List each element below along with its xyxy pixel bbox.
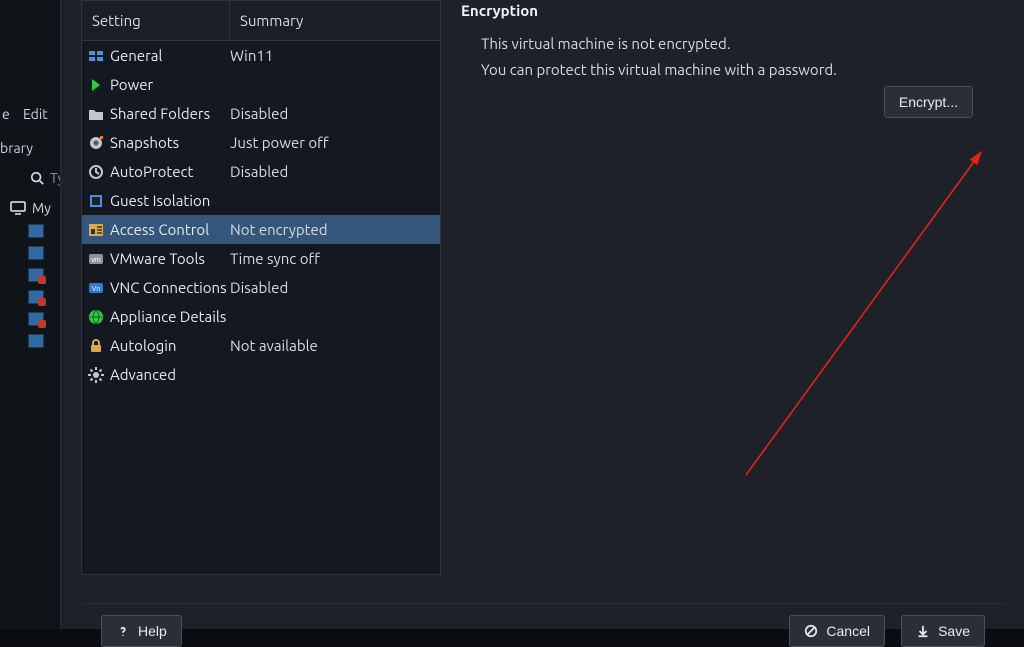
row-summary: Disabled bbox=[230, 279, 440, 296]
autoprotect-icon bbox=[86, 162, 106, 182]
access-control-icon bbox=[86, 220, 106, 240]
vm-icon-error bbox=[28, 312, 44, 326]
row-summary: Disabled bbox=[230, 105, 440, 122]
tree-item[interactable] bbox=[10, 246, 51, 260]
vm-icon bbox=[28, 246, 44, 260]
row-summary: Win11 bbox=[230, 47, 440, 64]
library-label-partial: brary bbox=[0, 140, 33, 156]
settings-row-advanced[interactable]: Advanced bbox=[82, 360, 440, 389]
row-label: VNC Connections bbox=[110, 279, 230, 296]
row-label: Snapshots bbox=[110, 134, 230, 151]
row-label: Guest Isolation bbox=[110, 192, 230, 209]
power-icon bbox=[86, 75, 106, 95]
row-label: Autologin bbox=[110, 337, 230, 354]
tree-item[interactable] bbox=[10, 334, 51, 348]
monitor-icon bbox=[10, 201, 26, 215]
settings-row-vmware-tools[interactable]: vm VMware ToolsTime sync off bbox=[82, 244, 440, 273]
settings-row-access-control[interactable]: Access ControlNot encrypted bbox=[82, 215, 440, 244]
appliance-icon bbox=[86, 307, 106, 327]
row-label: Advanced bbox=[110, 366, 230, 383]
general-icon bbox=[86, 46, 106, 66]
row-summary: Time sync off bbox=[230, 250, 440, 267]
svg-text:vm: vm bbox=[91, 257, 101, 264]
cancel-icon bbox=[804, 624, 818, 638]
row-label: Appliance Details bbox=[110, 308, 230, 325]
svg-text:Vn: Vn bbox=[92, 286, 101, 293]
tree-root[interactable]: My bbox=[10, 200, 51, 216]
save-icon bbox=[916, 624, 930, 638]
vm-icon-error bbox=[28, 268, 44, 282]
detail-line2: You can protect this virtual machine wit… bbox=[461, 57, 1001, 83]
settings-row-autoprotect[interactable]: AutoProtectDisabled bbox=[82, 157, 440, 186]
menu-edit[interactable]: Edit bbox=[23, 106, 48, 122]
settings-dialog: Setting Summary GeneralWin11PowerShared … bbox=[60, 0, 1024, 629]
row-summary: Just power off bbox=[230, 134, 440, 151]
row-label: Shared Folders bbox=[110, 105, 230, 122]
guest-isolation-icon bbox=[86, 191, 106, 211]
row-label: Power bbox=[110, 76, 230, 93]
vm-icon-error bbox=[28, 290, 44, 304]
settings-row-appliance-details[interactable]: Appliance Details bbox=[82, 302, 440, 331]
tree-item[interactable] bbox=[10, 268, 51, 282]
row-summary: Not encrypted bbox=[230, 221, 440, 238]
detail-panel: Encryption This virtual machine is not e… bbox=[461, 0, 1001, 83]
row-label: General bbox=[110, 47, 230, 64]
encrypt-button[interactable]: Encrypt... bbox=[884, 86, 973, 118]
vm-tree: My bbox=[10, 200, 51, 348]
tree-item[interactable] bbox=[10, 312, 51, 326]
tree-item[interactable] bbox=[10, 290, 51, 304]
vmware-tools-icon: vm bbox=[86, 249, 106, 269]
vm-icon bbox=[28, 224, 44, 238]
row-summary: Not available bbox=[230, 337, 440, 354]
save-button[interactable]: Save bbox=[901, 615, 985, 647]
header-summary[interactable]: Summary bbox=[230, 1, 440, 40]
row-summary: Disabled bbox=[230, 163, 440, 180]
settings-table: Setting Summary GeneralWin11PowerShared … bbox=[81, 0, 441, 575]
advanced-icon bbox=[86, 365, 106, 385]
background-menu-bar: e Edit bbox=[2, 106, 58, 122]
dialog-footer: Help Cancel Save bbox=[81, 603, 1005, 647]
settings-row-shared-folders[interactable]: Shared FoldersDisabled bbox=[82, 99, 440, 128]
search-icon bbox=[30, 171, 44, 185]
row-label: Access Control bbox=[110, 221, 230, 238]
settings-row-autologin[interactable]: AutologinNot available bbox=[82, 331, 440, 360]
tree-item[interactable] bbox=[10, 224, 51, 238]
snapshot-icon bbox=[86, 133, 106, 153]
annotation-arrow bbox=[741, 140, 1001, 480]
help-button[interactable]: Help bbox=[101, 615, 182, 647]
autologin-icon bbox=[86, 336, 106, 356]
detail-title: Encryption bbox=[461, 2, 1001, 19]
settings-row-general[interactable]: GeneralWin11 bbox=[82, 41, 440, 70]
settings-table-header: Setting Summary bbox=[82, 1, 440, 41]
cancel-button[interactable]: Cancel bbox=[789, 615, 885, 647]
vnc-icon: Vn bbox=[86, 278, 106, 298]
help-icon bbox=[116, 624, 130, 638]
settings-row-power[interactable]: Power bbox=[82, 70, 440, 99]
folder-icon bbox=[86, 104, 106, 124]
row-label: AutoProtect bbox=[110, 163, 230, 180]
settings-row-guest-isolation[interactable]: Guest Isolation bbox=[82, 186, 440, 215]
header-setting[interactable]: Setting bbox=[82, 1, 230, 40]
vm-icon bbox=[28, 334, 44, 348]
settings-row-vnc-connections[interactable]: Vn VNC ConnectionsDisabled bbox=[82, 273, 440, 302]
menu-file-partial[interactable]: e bbox=[2, 106, 10, 122]
row-label: VMware Tools bbox=[110, 250, 230, 267]
settings-row-snapshots[interactable]: SnapshotsJust power off bbox=[82, 128, 440, 157]
detail-line1: This virtual machine is not encrypted. bbox=[461, 31, 1001, 57]
